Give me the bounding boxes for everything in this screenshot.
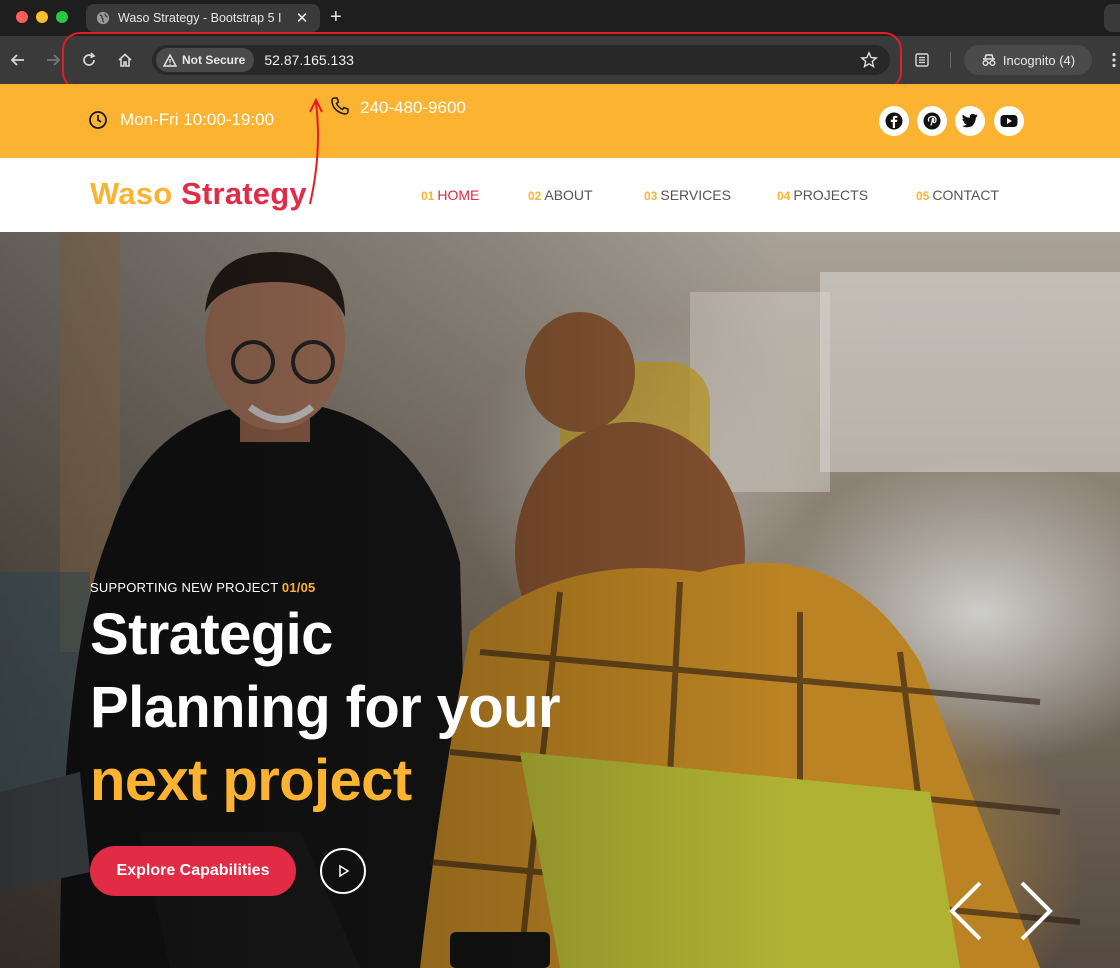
- new-tab-button[interactable]: +: [330, 6, 342, 28]
- nav-item-contact[interactable]: 05 CONTACT: [916, 187, 999, 203]
- nav-number: 01: [421, 189, 435, 203]
- nav-number: 04: [777, 189, 791, 203]
- toolbar-separator: [950, 52, 951, 68]
- nav-label: PROJECTS: [793, 187, 869, 203]
- youtube-icon[interactable]: [994, 106, 1024, 136]
- carousel-next-icon[interactable]: [1016, 880, 1056, 942]
- security-badge[interactable]: Not Secure: [156, 48, 255, 72]
- logo-part-2: Strategy: [181, 176, 307, 211]
- warning-icon: [163, 53, 177, 67]
- menu-kebab-icon[interactable]: [1104, 50, 1120, 70]
- reload-icon[interactable]: [79, 50, 99, 70]
- nav-label: HOME: [437, 187, 480, 203]
- bookmark-star-icon[interactable]: [860, 51, 878, 69]
- nav-item-home[interactable]: 01 HOME: [421, 187, 479, 203]
- reading-list-icon[interactable]: [912, 50, 932, 70]
- incognito-icon: [982, 54, 996, 66]
- hero-title-line-2: Planning for your: [90, 675, 561, 740]
- close-tab-icon[interactable]: ✕: [294, 9, 310, 27]
- home-icon[interactable]: [115, 50, 135, 70]
- kicker-text: SUPPORTING NEW PROJECT: [90, 580, 279, 595]
- tab-search-button[interactable]: [1104, 4, 1120, 32]
- nav-item-projects[interactable]: 04 PROJECTS: [777, 187, 868, 203]
- address-bar[interactable]: Not Secure 52.87.165.133: [152, 45, 890, 75]
- hero-kicker: SUPPORTING NEW PROJECT 01/05: [90, 580, 315, 595]
- browser-tab[interactable]: Waso Strategy - Bootstrap 5 I ✕: [86, 4, 320, 32]
- site-logo[interactable]: Waso Strategy: [90, 176, 307, 212]
- tab-title: Waso Strategy - Bootstrap 5 I: [118, 11, 282, 25]
- nav-item-about[interactable]: 02 ABOUT: [528, 187, 593, 203]
- nav-number: 05: [916, 189, 930, 203]
- minimize-window-button[interactable]: [36, 11, 48, 23]
- maximize-window-button[interactable]: [56, 11, 68, 23]
- annotation-arrow: [309, 97, 323, 205]
- nav-label: SERVICES: [660, 187, 731, 203]
- play-icon: [339, 864, 350, 878]
- security-label: Not Secure: [182, 53, 246, 67]
- back-arrow-icon[interactable]: [8, 50, 28, 70]
- facebook-icon[interactable]: [879, 106, 909, 136]
- explore-capabilities-button[interactable]: Explore Capabilities: [90, 846, 296, 896]
- hero-title: Strategic Planning for your next project: [90, 598, 610, 817]
- globe-icon: [96, 11, 110, 25]
- incognito-button[interactable]: Incognito (4): [964, 45, 1092, 75]
- nav-item-services[interactable]: 03 SERVICES: [644, 187, 731, 203]
- url-text[interactable]: 52.87.165.133: [264, 52, 860, 68]
- slide-counter: 01/05: [281, 580, 316, 595]
- nav-number: 03: [644, 189, 658, 203]
- forward-arrow-icon[interactable]: [43, 50, 63, 70]
- business-hours: Mon-Fri 10:00-19:00: [88, 110, 274, 130]
- nav-number: 02: [528, 189, 542, 203]
- incognito-label: Incognito (4): [1002, 52, 1076, 68]
- hero-title-line-1: Strategic: [90, 602, 333, 667]
- browser-tab-bar: Waso Strategy - Bootstrap 5 I ✕ +: [0, 0, 1120, 36]
- close-window-button[interactable]: [16, 11, 28, 23]
- nav-label: ABOUT: [544, 187, 593, 203]
- twitter-icon[interactable]: [955, 106, 985, 136]
- pinterest-icon[interactable]: [917, 106, 947, 136]
- hours-text: Mon-Fri 10:00-19:00: [120, 110, 275, 129]
- phone-number[interactable]: 240-480-9600: [330, 94, 470, 121]
- carousel-prev-icon[interactable]: [946, 880, 986, 942]
- logo-part-1: Waso: [90, 176, 173, 211]
- nav-label: CONTACT: [932, 187, 999, 203]
- play-video-button[interactable]: [320, 848, 366, 894]
- hero-title-accent: next project: [90, 748, 412, 813]
- clock-icon: [89, 111, 107, 129]
